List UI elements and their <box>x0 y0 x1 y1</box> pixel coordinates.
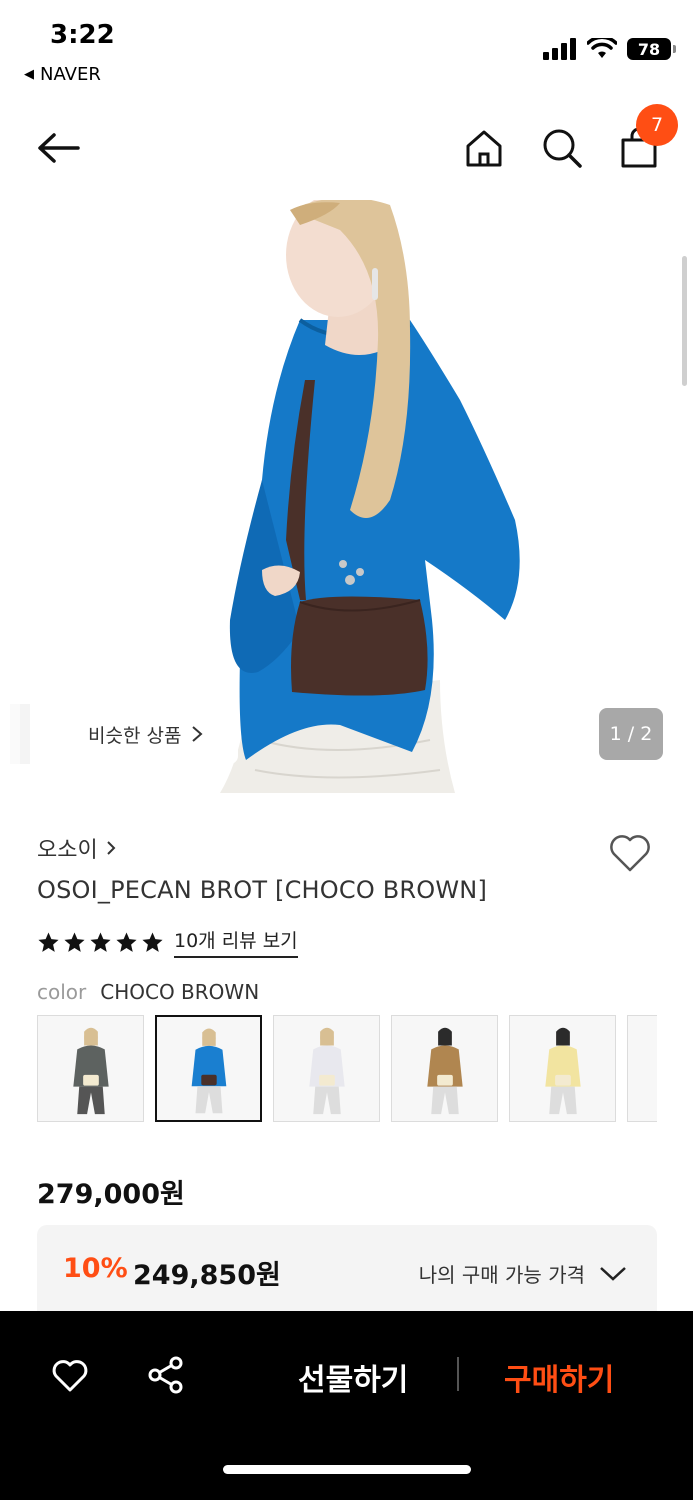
chevron-right-icon <box>107 841 116 855</box>
brand-name: 오소이 <box>37 838 98 863</box>
status-time: 3:22 <box>50 20 115 50</box>
color-swatch[interactable] <box>627 1015 657 1122</box>
search-icon[interactable] <box>540 126 584 170</box>
bottom-bar-divider <box>457 1357 459 1391</box>
swatch-thumbnail <box>427 1027 463 1115</box>
my-price-label: 나의 구매 가능 가격 <box>418 1263 585 1287</box>
rating-stars <box>37 931 164 954</box>
star-icon <box>64 931 85 952</box>
heart-icon[interactable] <box>606 828 654 876</box>
top-nav-bar <box>0 100 693 196</box>
original-price: 279,000원 <box>37 1179 185 1210</box>
gift-button[interactable]: 선물하기 <box>298 1355 408 1399</box>
swatch-thumbnail <box>309 1027 345 1115</box>
bottom-action-bar: 선물하기 구매하기 <box>0 1311 693 1500</box>
status-icons: 78 <box>543 38 676 60</box>
color-swatch[interactable] <box>155 1015 262 1122</box>
brand-link[interactable]: 오소이 <box>37 832 116 864</box>
scrollbar-thumb[interactable] <box>682 256 687 386</box>
star-icon <box>116 931 137 952</box>
product-name: OSOI_PECAN BROT [CHOCO BROWN] <box>37 876 488 904</box>
discount-percent: 10% <box>63 1253 128 1284</box>
discount-price: 249,850원 <box>133 1260 281 1291</box>
color-swatch[interactable] <box>391 1015 498 1122</box>
swatch-thumbnail <box>191 1028 227 1114</box>
color-swatch[interactable] <box>509 1015 616 1122</box>
swatch-thumbnail <box>628 1016 657 1121</box>
back-arrow-icon[interactable] <box>34 128 84 168</box>
discount-price-box[interactable]: 10% 249,850원 나의 구매 가능 가격 <box>37 1225 657 1315</box>
star-icon <box>38 931 59 952</box>
share-icon[interactable] <box>146 1355 186 1395</box>
battery-indicator: 78 <box>627 38 676 60</box>
color-option-row: color CHOCO BROWN <box>37 980 259 1004</box>
chevron-down-icon <box>600 1266 626 1281</box>
status-bar: 3:22 ◀ NAVER 78 <box>0 0 693 95</box>
color-value: CHOCO BROWN <box>100 980 260 1004</box>
image-page-indicator: 1 / 2 <box>599 708 663 760</box>
rating-row: 10개 리뷰 보기 <box>37 926 298 958</box>
star-icon <box>90 931 111 952</box>
my-price-toggle[interactable]: 나의 구매 가능 가격 <box>419 1259 627 1288</box>
color-label: color <box>37 980 87 1004</box>
chevron-right-icon <box>192 726 203 742</box>
swatch-thumbnail <box>545 1027 581 1115</box>
color-swatches <box>37 1015 657 1122</box>
similar-products-button[interactable]: 비슷한 상품 <box>30 704 238 764</box>
cart-count-badge: 7 <box>636 104 678 146</box>
star-icon <box>142 931 163 952</box>
buy-button[interactable]: 구매하기 <box>504 1355 614 1399</box>
home-icon[interactable] <box>462 126 506 170</box>
swatch-thumbnail <box>73 1027 109 1115</box>
back-to-app-link[interactable]: ◀ NAVER <box>24 64 101 85</box>
similar-products-label: 비슷한 상품 <box>88 724 182 747</box>
wifi-icon <box>587 38 617 58</box>
review-link[interactable]: 10개 리뷰 보기 <box>174 926 298 958</box>
back-app-name: NAVER <box>40 64 101 85</box>
home-indicator[interactable] <box>223 1465 471 1474</box>
color-swatch[interactable] <box>37 1015 144 1122</box>
signal-icon <box>543 38 576 60</box>
heart-icon[interactable] <box>50 1355 90 1395</box>
color-swatch[interactable] <box>273 1015 380 1122</box>
back-triangle-icon: ◀ <box>24 67 34 82</box>
